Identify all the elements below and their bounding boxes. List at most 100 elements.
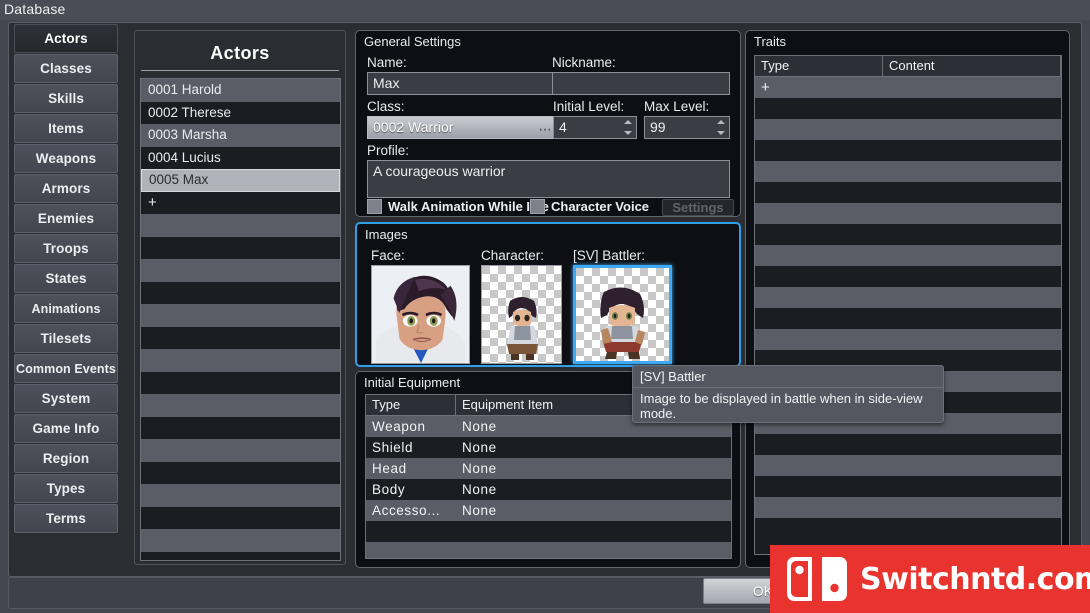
list-item-empty[interactable] xyxy=(141,236,340,259)
table-row-empty[interactable] xyxy=(755,161,1061,182)
table-row-empty[interactable] xyxy=(755,476,1061,497)
sidebar-item-region[interactable]: Region xyxy=(14,444,118,473)
chevron-up-icon[interactable] xyxy=(716,120,725,124)
nintendo-switch-icon xyxy=(787,557,847,601)
sidebar-item-classes[interactable]: Classes xyxy=(14,54,118,83)
column-header[interactable]: Type xyxy=(366,395,456,415)
profile-field[interactable]: A courageous warrior xyxy=(367,160,730,198)
list-item-empty[interactable] xyxy=(141,326,340,349)
list-item[interactable]: 0002 Therese xyxy=(141,101,340,124)
list-item-empty[interactable] xyxy=(141,259,340,282)
table-row-empty[interactable] xyxy=(755,98,1061,119)
character-image-slot[interactable] xyxy=(481,265,562,364)
list-item-empty[interactable] xyxy=(141,214,340,237)
nickname-field[interactable] xyxy=(552,72,730,95)
name-field[interactable]: Max xyxy=(367,72,557,95)
table-row-empty[interactable] xyxy=(755,434,1061,455)
table-row[interactable]: Accesso... None xyxy=(366,500,731,521)
sidebar-item-terms[interactable]: Terms xyxy=(14,504,118,533)
initial-level-stepper[interactable] xyxy=(622,120,633,135)
sidebar-item-label: Types xyxy=(46,481,86,496)
list-item-empty[interactable] xyxy=(141,461,340,484)
list-item-empty[interactable] xyxy=(141,394,340,417)
list-item[interactable]: 0005 Max xyxy=(141,169,340,192)
table-row-empty[interactable] xyxy=(755,245,1061,266)
sidebar-item-armors[interactable]: Armors xyxy=(14,174,118,203)
table-row-empty[interactable] xyxy=(755,455,1061,476)
chevron-down-icon[interactable] xyxy=(623,131,632,135)
list-item-empty[interactable] xyxy=(141,529,340,552)
traits-table[interactable]: Type Content + xyxy=(754,55,1062,555)
table-header-row: Type Content xyxy=(755,56,1061,77)
list-item-empty[interactable] xyxy=(141,371,340,394)
class-browse-button[interactable]: ... xyxy=(539,120,552,132)
sidebar-item-weapons[interactable]: Weapons xyxy=(14,144,118,173)
table-row-empty[interactable] xyxy=(755,497,1061,518)
face-image-slot[interactable] xyxy=(371,265,470,364)
sidebar-item-skills[interactable]: Skills xyxy=(14,84,118,113)
table-row-empty[interactable] xyxy=(755,518,1061,539)
list-item[interactable]: 0003 Marsha xyxy=(141,124,340,147)
sidebar-item-label: System xyxy=(41,391,91,406)
sidebar-item-items[interactable]: Items xyxy=(14,114,118,143)
table-cell-type: Weapon xyxy=(372,419,426,434)
table-row-empty[interactable] xyxy=(755,140,1061,161)
actor-add-row[interactable]: + xyxy=(141,191,340,214)
images-title: Images xyxy=(365,227,408,242)
table-row-empty[interactable] xyxy=(755,182,1061,203)
list-item-empty[interactable] xyxy=(141,506,340,529)
table-row[interactable]: Head None xyxy=(366,458,731,479)
sv-battler-tooltip: [SV] Battler Image to be displayed in ba… xyxy=(632,365,944,423)
list-item[interactable]: 0004 Lucius xyxy=(141,146,340,169)
initial-level-field[interactable]: 4 xyxy=(553,116,637,139)
table-row-empty[interactable] xyxy=(366,542,731,558)
table-row[interactable]: + xyxy=(755,77,1061,98)
sidebar-item-actors[interactable]: Actors xyxy=(14,24,118,53)
list-item-empty[interactable] xyxy=(141,484,340,507)
sidebar-item-tilesets[interactable]: Tilesets xyxy=(14,324,118,353)
actors-title-divider xyxy=(141,70,339,71)
sidebar-item-animations[interactable]: Animations xyxy=(14,294,118,323)
table-row-empty[interactable] xyxy=(366,521,731,542)
checkbox-icon[interactable] xyxy=(367,199,382,214)
actors-listbox[interactable]: 0001 Harold 0002 Therese 0003 Marsha 0004 L… xyxy=(140,78,341,561)
column-header[interactable]: Type xyxy=(755,56,883,76)
max-level-stepper[interactable] xyxy=(715,120,726,135)
chevron-up-icon[interactable] xyxy=(623,120,632,124)
nickname-label: Nickname: xyxy=(552,55,616,70)
table-row-empty[interactable] xyxy=(755,203,1061,224)
table-row[interactable]: Shield None xyxy=(366,437,731,458)
max-level-field[interactable]: 99 xyxy=(644,116,730,139)
checkbox-icon[interactable] xyxy=(530,199,545,214)
list-item-empty[interactable] xyxy=(141,439,340,462)
character-voice-checkbox-row[interactable]: Character Voice xyxy=(530,199,649,214)
column-header[interactable]: Content xyxy=(883,56,1061,76)
list-item-empty[interactable] xyxy=(141,304,340,327)
sidebar-item-system[interactable]: System xyxy=(14,384,118,413)
sidebar-item-label: Weapons xyxy=(35,151,97,166)
table-row-empty[interactable] xyxy=(755,329,1061,350)
table-row-empty[interactable] xyxy=(755,119,1061,140)
sidebar-item-troops[interactable]: Troops xyxy=(14,234,118,263)
table-row-empty[interactable] xyxy=(755,266,1061,287)
sidebar-item-common-events[interactable]: Common Events xyxy=(14,354,118,383)
table-row-empty[interactable] xyxy=(755,308,1061,329)
list-item-empty[interactable] xyxy=(141,281,340,304)
walk-animation-checkbox-row[interactable]: Walk Animation While Idle xyxy=(367,199,549,214)
chevron-down-icon[interactable] xyxy=(716,131,725,135)
sidebar-item-types[interactable]: Types xyxy=(14,474,118,503)
sidebar-tabs: Actors Classes Skills Items Weapons Armors Ene… xyxy=(14,24,118,534)
table-row-empty[interactable] xyxy=(755,287,1061,308)
table-row[interactable]: Body None xyxy=(366,479,731,500)
list-item-empty[interactable] xyxy=(141,416,340,439)
sv-battler-image-slot[interactable] xyxy=(573,265,672,364)
sidebar-item-label: Tilesets xyxy=(40,331,92,346)
sidebar-item-game-info[interactable]: Game Info xyxy=(14,414,118,443)
voice-settings-button[interactable]: Settings xyxy=(662,199,734,216)
list-item[interactable]: 0001 Harold xyxy=(141,79,340,102)
class-field[interactable]: 0002 Warrior ... xyxy=(367,116,557,139)
table-row-empty[interactable] xyxy=(755,224,1061,245)
sidebar-item-states[interactable]: States xyxy=(14,264,118,293)
list-item-empty[interactable] xyxy=(141,349,340,372)
sidebar-item-enemies[interactable]: Enemies xyxy=(14,204,118,233)
